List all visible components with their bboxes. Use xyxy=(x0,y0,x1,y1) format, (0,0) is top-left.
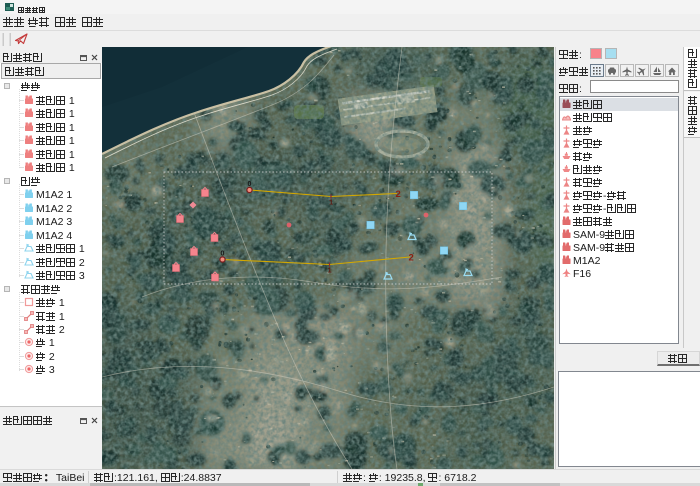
svg-text:0: 0 xyxy=(248,181,252,188)
svg-text:0: 0 xyxy=(221,251,225,258)
svg-text:2: 2 xyxy=(396,189,401,200)
svg-text:1: 1 xyxy=(329,198,333,207)
svg-text:2: 2 xyxy=(409,253,414,264)
svg-text:1: 1 xyxy=(328,266,332,275)
